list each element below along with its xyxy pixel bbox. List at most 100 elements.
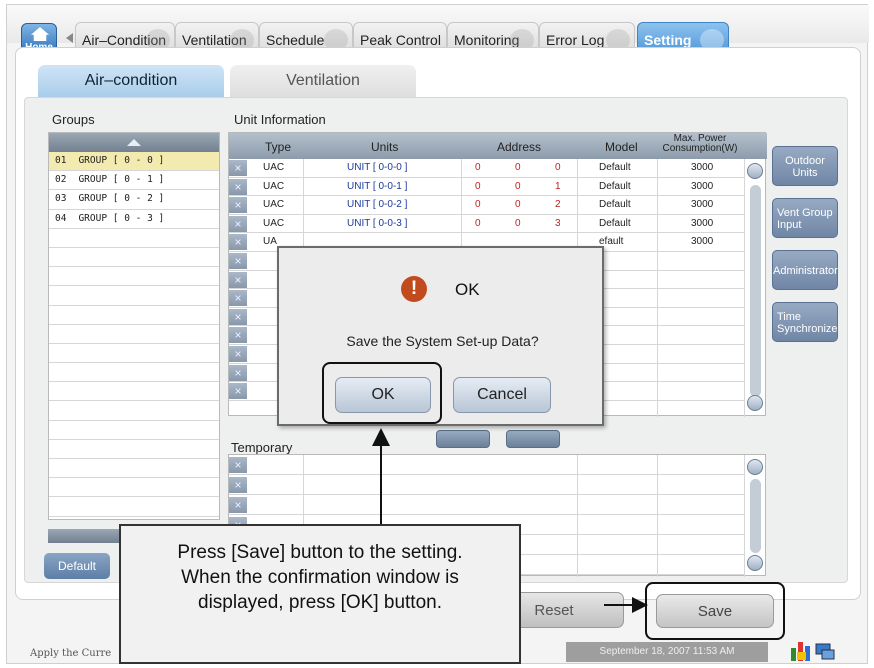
unit-cell-a1: 0	[475, 162, 481, 173]
tab-label: Peak Control	[360, 32, 441, 48]
delete-row-icon[interactable]: ×	[229, 477, 247, 493]
group-row[interactable]	[49, 440, 219, 459]
unit-cell-type: UAC	[263, 217, 285, 229]
unit-scroll-up-button[interactable]	[747, 163, 763, 179]
delete-row-icon[interactable]: ×	[229, 383, 247, 400]
group-row[interactable]	[49, 248, 219, 268]
group-name: GROUP [ 0 - 0 ]	[78, 155, 165, 166]
group-number: 01	[55, 155, 67, 166]
temporary-row[interactable]: ×	[229, 455, 744, 475]
group-row[interactable]	[49, 267, 219, 287]
group-name: GROUP [ 0 - 2 ]	[78, 193, 165, 205]
home-icon	[31, 27, 49, 41]
group-row[interactable]	[49, 344, 219, 364]
group-name: GROUP [ 0 - 3 ]	[78, 212, 165, 224]
top-navigation: Home Air–Condition Ventilation Schedule …	[7, 5, 869, 57]
delete-row-icon[interactable]: ×	[229, 234, 247, 251]
delete-row-icon[interactable]: ×	[229, 178, 247, 195]
delete-row-icon[interactable]: ×	[229, 271, 247, 288]
unit-cell-a2: 0	[515, 199, 521, 211]
outdoor-units-button[interactable]: Outdoor Units	[772, 146, 838, 186]
unit-row[interactable]: × UAC UNIT [ 0-0-0 ] 0 0 0 Default 3000	[229, 159, 744, 178]
tab-label: Error Log	[546, 32, 605, 48]
group-row[interactable]	[49, 401, 219, 421]
callout-line: displayed, press [OK] button.	[198, 592, 442, 613]
delete-row-icon[interactable]: ×	[229, 497, 247, 513]
group-row[interactable]	[49, 306, 219, 325]
delete-row-icon[interactable]: ×	[229, 457, 247, 473]
group-row[interactable]	[49, 382, 219, 402]
col-address: Address	[497, 140, 542, 154]
default-button[interactable]: Default	[44, 553, 110, 579]
delete-row-icon[interactable]: ×	[229, 308, 247, 325]
arrow-up-icon	[127, 139, 141, 146]
unit-cell-type: UAC	[263, 180, 285, 192]
vent-group-input-button[interactable]: Vent Group Input	[772, 198, 838, 238]
unit-cell-a2: 0	[515, 217, 521, 229]
unit-cell-a3: 2	[555, 199, 561, 211]
temp-scrollbar[interactable]	[750, 479, 761, 553]
move-down-button[interactable]	[506, 430, 560, 448]
unit-cell-unit: UNIT [ 0-0-3 ]	[347, 217, 408, 229]
move-up-button[interactable]	[436, 430, 490, 448]
unit-row[interactable]: × UAC UNIT [ 0-0-1 ] 0 0 1 Default 3000	[229, 178, 744, 197]
delete-row-icon[interactable]: ×	[229, 253, 247, 269]
delete-row-icon[interactable]: ×	[229, 346, 247, 362]
delete-row-icon[interactable]: ×	[229, 215, 247, 232]
callout-arrow-up	[372, 428, 390, 446]
delete-row-icon[interactable]: ×	[229, 160, 247, 176]
temp-scroll-down-button[interactable]	[747, 555, 763, 571]
delete-row-icon[interactable]: ×	[229, 327, 247, 344]
delete-row-icon[interactable]: ×	[229, 197, 247, 214]
group-row[interactable]	[49, 421, 219, 440]
group-row[interactable]: 03 GROUP [ 0 - 2 ]	[49, 190, 219, 210]
col-max-power-line2: Consumption(W)	[662, 143, 738, 154]
unit-cell-power: 3000	[691, 217, 714, 229]
tab-scroll-left-icon[interactable]	[66, 33, 73, 43]
save-button-highlight	[645, 582, 785, 640]
unit-scrollbar[interactable]	[750, 185, 761, 397]
unit-cell-power: 3000	[691, 199, 714, 211]
unit-row[interactable]: × UAC UNIT [ 0-0-2 ] 0 0 2 Default 3000	[229, 196, 744, 215]
group-row[interactable]: 04 GROUP [ 0 - 3 ]	[49, 210, 219, 229]
group-row[interactable]: 02 GROUP [ 0 - 1 ]	[49, 171, 219, 191]
subtab-ventilation[interactable]: Ventilation	[230, 65, 416, 97]
group-number: 02	[55, 174, 67, 186]
administrator-button[interactable]: Administrator	[772, 250, 838, 290]
group-row[interactable]	[49, 363, 219, 383]
unit-row[interactable]: × UAC UNIT [ 0-0-3 ] 0 0 3 Default 3000	[229, 215, 744, 234]
groups-scroll-up-button[interactable]	[49, 133, 219, 152]
delete-row-icon[interactable]: ×	[229, 290, 247, 307]
group-row[interactable]	[49, 497, 219, 517]
unit-scroll-down-button[interactable]	[747, 395, 763, 411]
unit-table-header: Type Units Address Model Max. Power Consu…	[229, 133, 767, 159]
group-row[interactable]: 01 GROUP [ 0 - 0 ]	[49, 152, 219, 172]
temp-scroll-up-button[interactable]	[747, 459, 763, 475]
unit-cell-a3: 1	[555, 180, 561, 192]
unit-cell-model: Default	[599, 199, 631, 211]
temporary-row[interactable]: ×	[229, 475, 744, 495]
group-row[interactable]	[49, 325, 219, 344]
unit-cell-unit: UNIT [ 0-0-2 ]	[347, 199, 408, 211]
col-divider	[744, 455, 745, 577]
unit-cell-a3: 3	[555, 217, 561, 229]
tab-label: Schedule	[266, 32, 325, 48]
group-row[interactable]	[49, 286, 219, 306]
group-row[interactable]	[49, 478, 219, 498]
time-synchronize-button[interactable]: Time Synchronize	[772, 302, 838, 342]
unit-cell-power: 3000	[691, 236, 714, 248]
group-row[interactable]	[49, 459, 219, 479]
temporary-row[interactable]: ×	[229, 495, 744, 515]
unit-cell-unit: UNIT [ 0-0-1 ]	[347, 180, 408, 192]
groups-heading: Groups	[52, 112, 95, 127]
groups-list: 01 GROUP [ 0 - 0 ] 02 GROUP [ 0 - 1 ] 03 GROU…	[48, 132, 220, 520]
dialog-cancel-button[interactable]: Cancel	[453, 377, 551, 413]
unit-cell-a3: 0	[555, 162, 561, 173]
delete-row-icon[interactable]: ×	[229, 364, 247, 381]
temporary-heading: Temporary	[231, 440, 293, 455]
dialog-message: Save the System Set-up Data?	[346, 333, 539, 349]
subtab-air-condition[interactable]: Air–condition	[38, 65, 224, 97]
ok-button-highlight	[322, 362, 442, 424]
unit-cell-unit: UNIT [ 0-0-0 ]	[347, 162, 408, 173]
group-row[interactable]	[49, 229, 219, 248]
